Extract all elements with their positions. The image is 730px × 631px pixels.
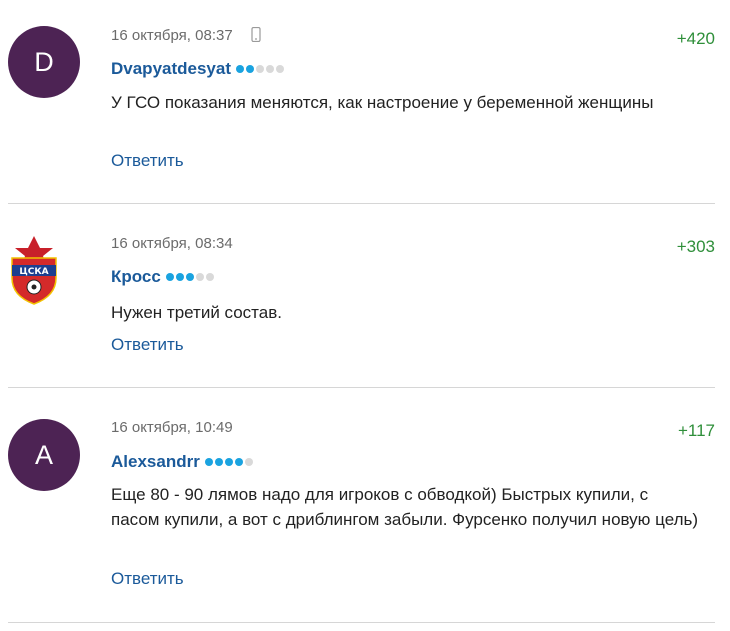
rating-dot-empty <box>205 273 214 281</box>
reply-button[interactable]: Ответить <box>111 335 184 355</box>
cska-logo-text: ЦСКА <box>19 267 48 277</box>
author-name[interactable]: Alexsandrr <box>111 451 255 472</box>
author-name-text: Кросс <box>111 267 161 286</box>
rating-dots <box>165 266 216 286</box>
rating-dot-empty <box>195 273 204 281</box>
rating-dot-filled <box>165 273 174 281</box>
phone-icon <box>251 26 261 46</box>
cska-logo-icon: ЦСКА <box>11 236 57 305</box>
comment-meta: 16 октября, 10:49 <box>111 419 233 436</box>
divider <box>8 622 715 623</box>
rating-dots <box>204 451 255 471</box>
author-name[interactable]: Кросс <box>111 266 216 287</box>
comment-text: Еще 80 - 90 лямов надо для игроков с обв… <box>111 485 699 529</box>
comment-score: +303 <box>676 237 715 256</box>
rating-dots <box>236 58 286 78</box>
timestamp: 16 октября, 10:49 <box>111 419 233 436</box>
reply-button[interactable]: Ответить <box>111 151 184 171</box>
rating-dot-filled <box>204 458 213 466</box>
timestamp: 16 октября, 08:37 <box>111 27 233 44</box>
comment-score: +420 <box>676 29 715 48</box>
avatar[interactable]: D <box>8 26 80 98</box>
rating-dot-filled <box>185 273 194 281</box>
rating-dot-empty <box>266 65 275 73</box>
comment-meta: 16 октября, 08:34 <box>111 235 233 252</box>
divider <box>8 387 715 388</box>
divider <box>8 203 715 204</box>
rating-dot-filled <box>246 65 255 73</box>
comment-text: Нужен третий состав. <box>111 303 282 322</box>
rating-dot-empty <box>244 458 253 466</box>
rating-dot-filled <box>214 458 223 466</box>
avatar[interactable]: ЦСКА <box>4 234 64 306</box>
reply-button[interactable]: Ответить <box>111 569 184 589</box>
rating-dot-filled <box>224 458 233 466</box>
rating-dot-filled <box>236 65 245 73</box>
comment-score: +117 <box>677 421 715 440</box>
rating-dot-empty <box>276 65 285 73</box>
author-name-text: Alexsandrr <box>111 452 200 471</box>
rating-dot-filled <box>234 458 243 466</box>
avatar[interactable]: A <box>8 419 80 491</box>
comment-meta: 16 октября, 08:37 <box>111 26 261 46</box>
rating-dot-empty <box>256 65 265 73</box>
timestamp: 16 октября, 08:34 <box>111 235 233 252</box>
author-name[interactable]: Dvapyatdesyat <box>111 58 286 79</box>
author-name-text: Dvapyatdesyat <box>111 59 232 78</box>
comment-text: У ГСО показания меняются, как настроение… <box>111 93 654 112</box>
rating-dot-filled <box>175 273 184 281</box>
